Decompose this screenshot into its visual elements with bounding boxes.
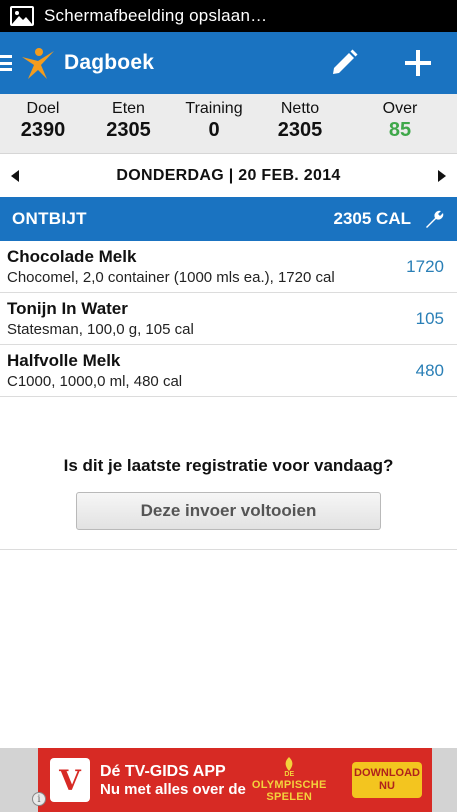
add-button[interactable] xyxy=(401,46,435,80)
summary-value: 85 xyxy=(388,119,412,141)
food-item[interactable]: Halfvolle Melk C1000, 1000,0 ml, 480 cal… xyxy=(0,345,457,397)
summary-label: Training xyxy=(185,100,243,117)
summary-net: Netto 2305 xyxy=(257,94,343,153)
ad-text: Dé TV-GIDS APP Nu met alles over de xyxy=(100,762,246,799)
meal-settings-button[interactable] xyxy=(423,207,447,231)
food-calories: 480 xyxy=(415,360,444,380)
ad-info-icon[interactable]: i xyxy=(32,792,46,806)
summary-label: Over xyxy=(382,100,418,117)
food-description: Chocomel, 2,0 container (1000 mls ea.), … xyxy=(7,268,335,286)
menu-icon[interactable] xyxy=(0,55,14,71)
summary-value: 0 xyxy=(208,119,220,141)
ad-olympic-text: SPELEN xyxy=(266,791,313,803)
meal-header[interactable]: ONTBIJT 2305 CAL xyxy=(0,197,457,241)
flame-icon xyxy=(285,757,293,771)
status-bar: Schermafbeelding opslaan… xyxy=(0,0,457,32)
meal-name: ONTBIJT xyxy=(12,209,87,228)
summary-label: Doel xyxy=(26,100,60,117)
summary-value: 2390 xyxy=(20,119,66,141)
status-notification-text: Schermafbeelding opslaan… xyxy=(44,6,268,25)
image-icon xyxy=(10,6,34,26)
food-list: Chocolade Melk Chocomel, 2,0 container (… xyxy=(0,241,457,397)
ad-headline: Dé TV-GIDS APP xyxy=(100,762,226,780)
summary-value: 2305 xyxy=(106,119,151,141)
food-name: Halfvolle Melk xyxy=(7,350,121,370)
ad-olympic-text: OLYMPISCHE xyxy=(251,779,327,791)
arrow-left-icon xyxy=(11,170,19,182)
previous-day-button[interactable] xyxy=(0,155,30,197)
calorie-summary: Doel 2390 Eten 2305 Training 0 Netto 230… xyxy=(0,94,457,154)
summary-goal: Doel 2390 xyxy=(0,94,86,153)
food-name: Tonijn In Water xyxy=(7,298,128,318)
ad-subline: Nu met alles over de xyxy=(100,780,246,798)
ad-download-label: NU xyxy=(379,780,395,792)
pencil-icon xyxy=(333,49,358,74)
edit-button[interactable] xyxy=(327,46,361,80)
ad-area: V Dé TV-GIDS APP Nu met alles over de DE… xyxy=(0,748,457,812)
app-title: Dagboek xyxy=(64,51,155,74)
food-description: C1000, 1000,0 ml, 480 cal xyxy=(7,372,183,390)
ad-logo: V xyxy=(50,758,90,802)
summary-label: Eten xyxy=(112,100,145,117)
summary-label: Netto xyxy=(280,100,320,117)
ad-download-label: DOWNLOAD xyxy=(354,767,420,779)
summary-exercise: Training 0 xyxy=(171,94,257,153)
food-description: Statesman, 100,0 g, 105 cal xyxy=(7,320,194,338)
divider xyxy=(0,549,457,550)
ad-banner[interactable]: V Dé TV-GIDS APP Nu met alles over de DE… xyxy=(38,748,432,812)
arrow-right-icon xyxy=(438,170,446,182)
food-calories: 1720 xyxy=(406,256,444,276)
plus-icon xyxy=(405,50,431,76)
food-item[interactable]: Tonijn In Water Statesman, 100,0 g, 105 … xyxy=(0,293,457,345)
summary-food: Eten 2305 xyxy=(86,94,171,153)
current-date[interactable]: DONDERDAG | 20 FEB. 2014 xyxy=(116,167,340,185)
wrench-icon xyxy=(426,210,444,228)
next-day-button[interactable] xyxy=(427,155,457,197)
food-name: Chocolade Melk xyxy=(7,246,137,266)
summary-value: 2305 xyxy=(277,119,323,141)
complete-entry-button[interactable]: Deze invoer voltooien xyxy=(76,492,381,530)
ad-olympic-logo: DE OLYMPISCHE SPELEN xyxy=(252,757,327,803)
ad-olympic-text: DE xyxy=(284,771,295,778)
app-logo[interactable] xyxy=(18,43,58,83)
complete-entry-question: Is dit je laatste registratie voor vanda… xyxy=(63,456,394,475)
date-navigator: DONDERDAG | 20 FEB. 2014 xyxy=(0,155,457,197)
meal-calories: 2305 CAL xyxy=(333,209,411,228)
summary-remaining: Over 85 xyxy=(343,94,457,153)
action-bar: Dagboek xyxy=(0,32,457,94)
food-calories: 105 xyxy=(415,308,444,328)
food-item[interactable]: Chocolade Melk Chocomel, 2,0 container (… xyxy=(0,241,457,293)
ad-download-button[interactable]: DOWNLOAD NU xyxy=(352,762,422,798)
